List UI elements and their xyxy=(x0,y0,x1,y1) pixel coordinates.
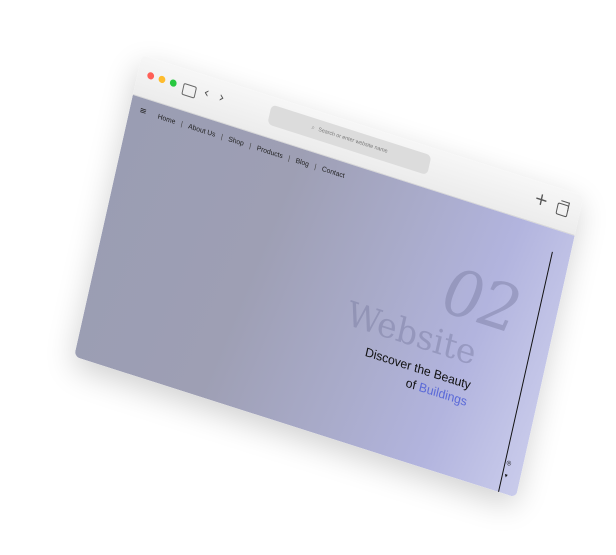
chevron-left-icon[interactable]: ‹ xyxy=(202,84,211,101)
browser-window: ‹ › ⌕ Search or enter website name + ≡ H… xyxy=(74,54,584,498)
nav-item-shop[interactable]: Shop xyxy=(228,136,245,148)
chevron-right-icon[interactable]: › xyxy=(217,89,226,106)
instagram-icon[interactable]: ◎ xyxy=(506,459,512,467)
close-button[interactable] xyxy=(146,71,155,81)
nav-separator: | xyxy=(220,133,224,141)
nav-item-blog[interactable]: Blog xyxy=(295,157,310,168)
twitter-icon[interactable]: ▾ xyxy=(504,472,508,480)
nav-item-products[interactable]: Products xyxy=(256,145,284,160)
nav-item-about-us[interactable]: About Us xyxy=(188,123,217,138)
address-placeholder: Search or enter website name xyxy=(317,126,389,155)
nav-item-home[interactable]: Home xyxy=(157,113,176,125)
minimize-button[interactable] xyxy=(157,74,167,84)
hamburger-icon[interactable]: ≡ xyxy=(138,106,147,118)
maximize-button[interactable] xyxy=(169,78,178,88)
nav-separator: | xyxy=(180,120,184,128)
nav-separator: | xyxy=(287,154,291,163)
nav-item-contact[interactable]: Contact xyxy=(321,165,345,179)
nav-separator: | xyxy=(313,163,318,171)
sidebar-toggle-icon[interactable] xyxy=(181,82,198,99)
search-icon: ⌕ xyxy=(310,123,316,132)
window-controls xyxy=(146,71,178,88)
nav-separator: | xyxy=(248,142,252,150)
plus-icon[interactable]: + xyxy=(532,188,550,212)
page-viewport: ≡ Home | About Us | Shop | Products | Bl… xyxy=(74,94,575,498)
tabs-overview-icon[interactable] xyxy=(555,202,570,218)
